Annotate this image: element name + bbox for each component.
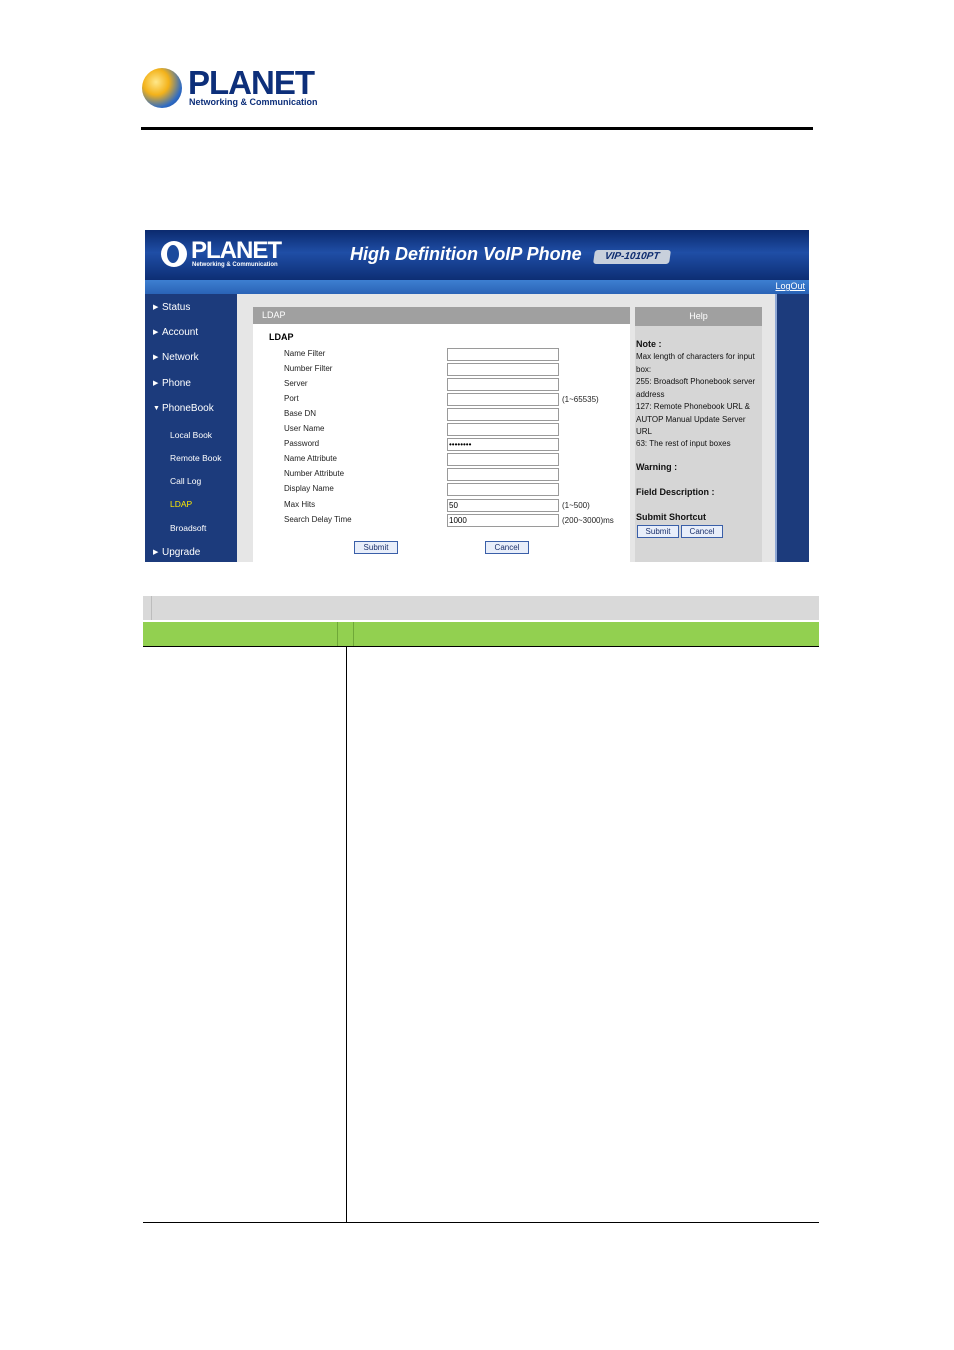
help-cancel-button[interactable]: Cancel	[681, 525, 723, 538]
search-delay-input[interactable]: 1000	[447, 514, 559, 527]
sidebar-subitem-remote-book[interactable]: Remote Book	[170, 453, 222, 463]
help-field-description: Field Description :	[636, 487, 715, 497]
field-row: Search Delay Time 1000 (200~3000)ms	[284, 514, 630, 527]
field-label: Search Delay Time	[284, 515, 352, 524]
sidebar-subitem-local-book[interactable]: Local Book	[170, 430, 212, 440]
max-hits-range-hint: (1~500)	[562, 501, 590, 510]
logo-word: PLANET	[188, 64, 315, 101]
max-hits-input[interactable]: 50	[447, 499, 559, 512]
banner-title: High Definition VoIP Phone	[350, 244, 582, 264]
help-header: Help	[635, 307, 762, 326]
display-name-input[interactable]	[447, 483, 559, 496]
logout-link[interactable]: LogOut	[775, 281, 805, 291]
number-filter-input[interactable]	[447, 363, 559, 376]
banner: PLANET Networking & Communication High D…	[145, 230, 809, 280]
help-panel: Help Note : Max length of characters for…	[635, 307, 762, 562]
field-row: Display Name	[284, 483, 630, 496]
field-label: User Name	[284, 424, 325, 433]
ldap-panel: LDAP LDAP Name Filter Number Filter Serv…	[253, 307, 630, 562]
banner-logo-sub: Networking & Communication	[192, 262, 278, 268]
table-column-divider	[346, 647, 347, 1223]
field-row: Number Filter	[284, 363, 630, 376]
field-label: Name Filter	[284, 349, 326, 358]
name-filter-input[interactable]	[447, 348, 559, 361]
table-bottom-border	[143, 1222, 819, 1223]
sidebar: ▶ Status ▶ Account ▶ Network ▶ Phone ▼ PhoneB…	[145, 294, 237, 562]
help-note-line: 63: The rest of input boxes	[636, 439, 731, 448]
password-input[interactable]: ••••••••	[447, 438, 559, 451]
field-label: Display Name	[284, 484, 334, 493]
table-header-divider	[353, 622, 354, 646]
triangle-right-icon: ▶	[153, 380, 159, 387]
banner-logo: PLANET Networking & Communication	[161, 237, 291, 274]
field-label: Max Hits	[284, 500, 316, 509]
sidebar-item-phonebook[interactable]: ▼ PhoneBook	[153, 403, 214, 414]
field-label: Number Filter	[284, 364, 333, 373]
globe-icon	[142, 68, 182, 108]
planet-logo-icon	[161, 241, 187, 267]
submit-button[interactable]: Submit	[354, 541, 398, 554]
field-label: Password	[284, 439, 320, 448]
triangle-right-icon: ▶	[153, 304, 159, 311]
triangle-right-icon: ▶	[153, 354, 159, 361]
panel-header: LDAP	[253, 307, 630, 324]
field-row: Password ••••••••	[284, 438, 630, 451]
model-badge: VIP-1010PT	[593, 250, 671, 264]
help-submit-shortcut: Submit Shortcut	[636, 512, 706, 522]
sidebar-item-upgrade[interactable]: ▶ Upgrade	[153, 547, 200, 558]
field-row: Base DN	[284, 408, 630, 421]
field-row: Port (1~65535)	[284, 393, 630, 406]
triangle-right-icon: ▶	[153, 549, 159, 556]
panel-subtitle: LDAP	[269, 332, 294, 342]
logo-subtitle: Networking & Communication	[189, 97, 318, 107]
field-row: Name Filter	[284, 348, 630, 361]
table-title-row	[143, 596, 819, 620]
help-note-line: Max length of characters for input box:	[636, 352, 755, 374]
voip-web-ui: PLANET Networking & Communication High D…	[145, 230, 809, 562]
table-title-divider	[151, 596, 152, 620]
user-name-input[interactable]	[447, 423, 559, 436]
search-delay-range-hint: (200~3000)ms	[562, 516, 614, 525]
top-bar: LogOut	[145, 280, 809, 294]
sidebar-subitem-ldap[interactable]: LDAP	[170, 499, 192, 509]
triangle-right-icon: ▶	[153, 329, 159, 336]
help-note-title: Note :	[636, 339, 662, 349]
server-input[interactable]	[447, 378, 559, 391]
table-header-row	[143, 622, 819, 646]
right-strip	[775, 294, 809, 562]
triangle-down-icon: ▼	[153, 405, 160, 412]
help-warning: Warning :	[636, 462, 678, 472]
banner-logo-word: PLANET	[191, 237, 282, 264]
sidebar-subitem-call-log[interactable]: Call Log	[170, 476, 201, 486]
field-row: Name Attribute	[284, 453, 630, 466]
table-header-divider	[337, 622, 338, 646]
help-note-line: 255: Broadsoft Phonebook server address	[636, 377, 756, 399]
port-range-hint: (1~65535)	[562, 395, 599, 404]
base-dn-input[interactable]	[447, 408, 559, 421]
sidebar-subitem-broadsoft[interactable]: Broadsoft	[170, 523, 206, 533]
field-label: Name Attribute	[284, 454, 337, 463]
sidebar-item-status[interactable]: ▶ Status	[153, 302, 190, 313]
cancel-button[interactable]: Cancel	[485, 541, 529, 554]
planet-logo: PLANET Networking & Communication	[142, 64, 318, 110]
field-label: Server	[284, 379, 308, 388]
field-row: Number Attribute	[284, 468, 630, 481]
table-header-border	[143, 646, 819, 647]
number-attribute-input[interactable]	[447, 468, 559, 481]
field-row: Server	[284, 378, 630, 391]
field-label: Number Attribute	[284, 469, 345, 478]
field-row: User Name	[284, 423, 630, 436]
header-rule	[141, 127, 813, 130]
field-label: Port	[284, 394, 299, 403]
sidebar-item-network[interactable]: ▶ Network	[153, 352, 199, 363]
sidebar-item-account[interactable]: ▶ Account	[153, 327, 198, 338]
sidebar-item-phone[interactable]: ▶ Phone	[153, 378, 191, 389]
help-submit-button[interactable]: Submit	[637, 525, 679, 538]
port-input[interactable]	[447, 393, 559, 406]
name-attribute-input[interactable]	[447, 453, 559, 466]
field-label: Base DN	[284, 409, 317, 418]
field-row: Max Hits 50 (1~500)	[284, 499, 630, 512]
help-note-line: 127: Remote Phonebook URL & AUTOP Manual…	[636, 402, 750, 436]
